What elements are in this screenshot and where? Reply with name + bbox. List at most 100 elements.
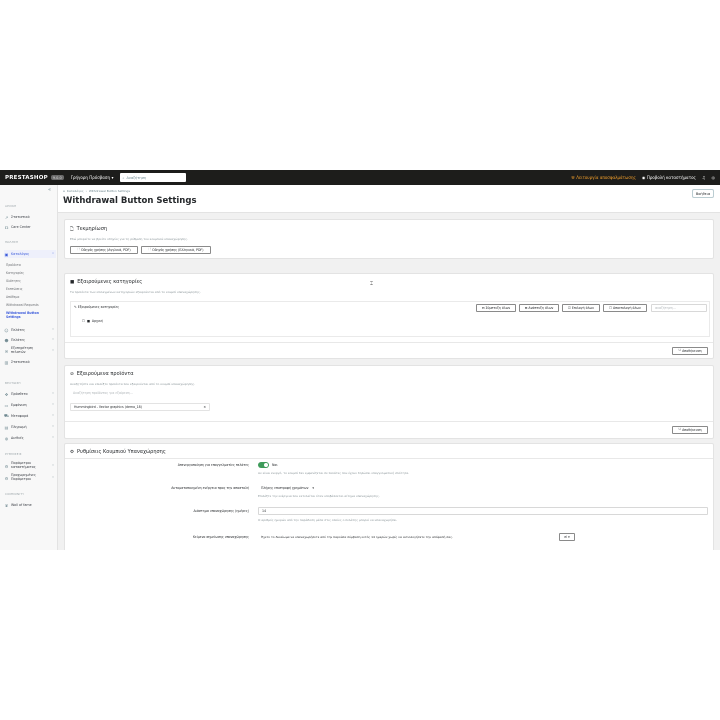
sidebar-item-international[interactable]: ◍ Διεθνές ˅ bbox=[4, 434, 56, 442]
card-divider bbox=[65, 421, 713, 422]
main-content: ⌂ Καταλόγος › Withdrawal Button Settings… bbox=[58, 185, 720, 550]
sidebar-subitem-discounts[interactable]: Εκπτώσεις bbox=[6, 287, 23, 291]
quick-access-label: Γρήγορη Πρόσβαση bbox=[70, 175, 111, 180]
withdrawal-days-label: Διάστημα υπαναχώρησης (ημέρες) bbox=[193, 509, 249, 513]
page-header: ⌂ Καταλόγος › Withdrawal Button Settings… bbox=[58, 185, 720, 213]
sidebar-subitem-withdrawal-button-settings[interactable]: Withdrawal Button Settings bbox=[6, 311, 52, 319]
category-search-input[interactable]: αναζήτηση... bbox=[651, 304, 707, 312]
chevron-down-icon: ▾ bbox=[567, 535, 570, 539]
unselect-all-button[interactable]: ☐ Αποεπιλογή όλων bbox=[603, 304, 647, 312]
documentation-title: 🗋 Τεκμηρίωση bbox=[70, 225, 107, 233]
collapse-all-button[interactable]: ⊟ Σύμπτυξη όλων bbox=[476, 304, 516, 312]
section-title-configure: ΡΥΘΜΙΣΕΙΣ bbox=[5, 452, 22, 456]
b2b-toggle-value: Ναι bbox=[272, 463, 278, 467]
prestashop-logo[interactable]: PRESTASHOP bbox=[5, 175, 48, 181]
save-categories-button[interactable]: 🖫 Αποθήκευση bbox=[672, 347, 708, 355]
sidebar-item-customers-2[interactable]: ☻ Πελάτες ˅ bbox=[4, 336, 56, 344]
page-title: Withdrawal Button Settings bbox=[63, 196, 197, 206]
sidebar-item-wall-of-fame[interactable]: ♛ Wall of fame bbox=[4, 501, 56, 509]
help-button[interactable]: Βοήθεια bbox=[692, 189, 714, 198]
withdrawal-days-input[interactable]: 14 bbox=[258, 507, 708, 515]
breadcrumb-catalog[interactable]: Καταλόγος bbox=[67, 189, 84, 193]
user-icon: ☺ bbox=[4, 327, 9, 333]
b2b-toggle[interactable] bbox=[258, 462, 269, 468]
sidebar-item-shop-params[interactable]: ⚙ Παράμετροι καταστήματος ˅ bbox=[4, 461, 56, 471]
card-icon: ▤ bbox=[4, 424, 9, 430]
folder-icon: ■ bbox=[70, 279, 75, 285]
eye-icon: ◉ bbox=[641, 175, 646, 180]
quick-access-menu[interactable]: Γρήγορη Πρόσβαση ▾ bbox=[71, 175, 114, 180]
chevron-down-icon: ˅ bbox=[52, 463, 54, 469]
sidebar-item-label: Στατιστικά bbox=[11, 215, 30, 219]
category-tree: ✎ Εξαιρούμενες κατηγορίες ⊟ Σύμπτυξη όλω… bbox=[70, 301, 710, 337]
search-input[interactable]: ⌕ Αναζήτηση bbox=[119, 173, 186, 182]
expand-all-button[interactable]: ⊞ Ανάπτυξη όλων bbox=[519, 304, 559, 312]
button-label: Επιλογή όλων bbox=[571, 306, 594, 310]
chevron-down-icon: ˅ bbox=[52, 413, 54, 419]
chevron-up-icon: ˄ bbox=[52, 251, 54, 257]
language-select[interactable]: el ▾ bbox=[559, 533, 575, 541]
sidebar-subitem-attributes[interactable]: Ιδιότητες bbox=[6, 279, 21, 283]
search-placeholder: Αναζήτηση bbox=[126, 175, 147, 180]
card-title-text: Εξαιρούμενες κατηγορίες bbox=[77, 279, 143, 285]
bell-icon[interactable]: ♫ bbox=[702, 175, 706, 180]
button-label: Αποθήκευση bbox=[682, 349, 702, 353]
sidebar-subitem-stock[interactable]: Απόθεμα bbox=[6, 295, 19, 299]
view-shop-link[interactable]: ◉ Προβολή καταστήματος bbox=[642, 175, 696, 180]
gears-icon: ⚙ bbox=[70, 449, 75, 455]
globe-icon: ◍ bbox=[4, 435, 9, 441]
product-search-input[interactable]: Αναζήτηση προϊόντος για εξαίρεση... bbox=[70, 389, 190, 397]
sidebar-item-customers[interactable]: ☺ Πελάτες ˅ bbox=[4, 326, 56, 334]
trophy-icon: ♛ bbox=[4, 502, 9, 508]
sidebar: « ΑΡΧΙΚΗ ↗ Στατιστικά ☊ Care Center ΠΩΛΗ… bbox=[0, 185, 58, 550]
sidebar-item-label: Προχωρημένες Παράμετροι bbox=[11, 473, 36, 481]
sidebar-item-label: Care Center bbox=[11, 225, 31, 229]
chevron-down-icon: ˅ bbox=[52, 424, 54, 430]
select-all-button[interactable]: ☑ Επιλογή όλων bbox=[562, 304, 600, 312]
withdrawal-notice-label: Κείμενο σημείωσης υπαναχώρησης bbox=[192, 535, 249, 539]
remove-icon[interactable]: × bbox=[203, 405, 206, 409]
sidebar-subitem-categories[interactable]: Κατηγορίες bbox=[6, 271, 24, 275]
tree-node-root[interactable]: ☐ ■ Αρχική bbox=[82, 319, 103, 323]
section-title-community: COMMUNITY bbox=[5, 492, 25, 496]
sidebar-item-design[interactable]: ▭ Εμφάνιση ˅ bbox=[4, 401, 56, 409]
sidebar-item-modules[interactable]: ✥ Πρόσθετα ˅ bbox=[4, 390, 56, 398]
chevron-down-icon: ˅ bbox=[52, 327, 54, 333]
version-badge: 9.0.0 bbox=[50, 175, 64, 180]
sidebar-item-shipping[interactable]: ⛟ Μεταφορά ˅ bbox=[4, 412, 56, 420]
user-icon[interactable]: ◎ bbox=[712, 175, 716, 180]
withdrawal-notice-input[interactable]: Έχετε το δικαίωμα να υπαναχωρήσετε από τ… bbox=[258, 533, 552, 541]
collapse-sidebar-icon[interactable]: « bbox=[48, 187, 51, 193]
guide-en-button[interactable]: 🗎 Οδηγός χρήσης (Αγγλικά, PDF) bbox=[70, 246, 138, 254]
debug-mode-label: Λειτουργία αποσφαλμάτωσης bbox=[576, 175, 636, 180]
sidebar-item-catalog[interactable]: ▣ Καταλόγος ˄ bbox=[4, 250, 56, 258]
sidebar-item-label: Wall of fame bbox=[11, 503, 32, 507]
documentation-card: 🗋 Τεκμηρίωση Εδώ μπορείτε να βρείτε οδηγ… bbox=[64, 219, 714, 259]
document-icon: 🗋 bbox=[70, 227, 74, 232]
sidebar-item-label: Εμφάνιση bbox=[11, 403, 27, 407]
sidebar-item-stats[interactable]: ↗ Στατιστικά bbox=[4, 213, 56, 221]
excluded-products-card: ⊘ Εξαιρούμενα προϊόντα Αναζητήστε και επ… bbox=[64, 365, 714, 439]
selected-product-chip[interactable]: Hummingbird - Vector graphics (demo_18) … bbox=[70, 403, 210, 411]
sidebar-item-label: Πελάτες bbox=[11, 338, 26, 342]
sidebar-item-adv-params[interactable]: ⚙ Προχωρημένες Παράμετροι ˅ bbox=[4, 473, 56, 483]
debug-mode-link[interactable]: ⚒ Λειτουργία αποσφαλμάτωσης bbox=[571, 175, 636, 180]
sidebar-subitem-withdrawal-requests[interactable]: Withdrawal Requests bbox=[6, 303, 39, 307]
guide-el-button[interactable]: 🗎 Οδηγός χρήσης (Ελληνικά, PDF) bbox=[141, 246, 211, 254]
sidebar-item-stats-2[interactable]: ▥ Στατιστικά bbox=[4, 358, 56, 366]
tree-label: ✎ Εξαιρούμενες κατηγορίες bbox=[74, 305, 119, 309]
sidebar-item-payment[interactable]: ▤ Πληρωμή ˅ bbox=[4, 423, 56, 431]
view-shop-label: Προβολή καταστήματος bbox=[646, 175, 696, 180]
checkbox-icon[interactable]: ☐ bbox=[82, 319, 85, 323]
chevron-down-icon: ˅ bbox=[52, 402, 54, 408]
chevron-down-icon: ▾ bbox=[312, 486, 314, 490]
sidebar-subitem-products[interactable]: Προϊόντα bbox=[6, 263, 21, 267]
settings-icon: ⚙ bbox=[4, 475, 9, 481]
products-description: Αναζητήστε και επιλέξτε προϊόντα που εξα… bbox=[70, 382, 196, 386]
sidebar-item-customer-service[interactable]: ✉ Εξυπηρέτηση πελατών ˅ bbox=[4, 346, 56, 356]
sidebar-item-care-center[interactable]: ☊ Care Center bbox=[4, 223, 56, 231]
automated-action-select[interactable]: Πλήρης επιστροφή χρημάτων ▾ bbox=[258, 484, 328, 492]
button-label: Σύμπτυξη όλων bbox=[485, 306, 511, 310]
save-products-button[interactable]: 🖫 Αποθήκευση bbox=[672, 426, 708, 434]
chevron-down-icon: ˅ bbox=[52, 475, 54, 481]
